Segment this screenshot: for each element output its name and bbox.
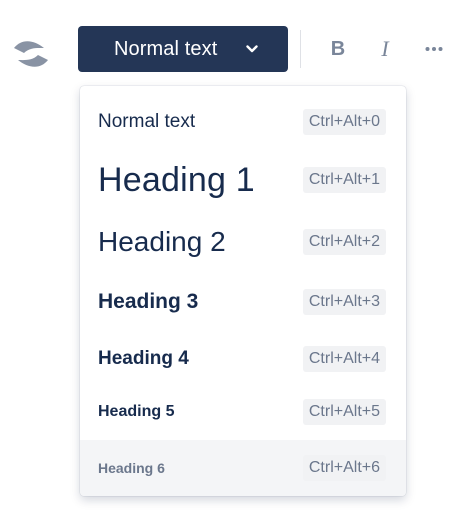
- menu-item-label: Heading 6: [98, 460, 165, 476]
- shortcut-badge: Ctrl+Alt+6: [302, 455, 386, 481]
- more-options-button[interactable]: [419, 34, 449, 64]
- shortcut-badge: Ctrl+Alt+4: [302, 346, 386, 372]
- confluence-logo-icon[interactable]: [10, 36, 52, 72]
- toolbar-divider: [300, 30, 301, 68]
- menu-item-heading-4[interactable]: Heading 4 Ctrl+Alt+4: [80, 334, 406, 384]
- bold-button[interactable]: B: [323, 34, 353, 64]
- text-style-menu: Normal text Ctrl+Alt+0 Heading 1 Ctrl+Al…: [80, 86, 406, 496]
- shortcut-badge: Ctrl+Alt+1: [302, 167, 386, 193]
- shortcut-badge: Ctrl+Alt+0: [302, 109, 386, 135]
- menu-item-heading-6[interactable]: Heading 6 Ctrl+Alt+6: [80, 440, 406, 496]
- shortcut-badge: Ctrl+Alt+5: [302, 399, 386, 425]
- menu-item-label: Heading 1: [98, 160, 255, 199]
- menu-item-heading-5[interactable]: Heading 5 Ctrl+Alt+5: [80, 388, 406, 436]
- menu-item-label: Normal text: [98, 111, 196, 132]
- italic-button[interactable]: I: [370, 34, 400, 64]
- more-horizontal-icon: [425, 47, 443, 51]
- menu-item-label: Heading 4: [98, 348, 189, 369]
- menu-item-heading-2[interactable]: Heading 2 Ctrl+Alt+2: [80, 214, 406, 270]
- editor-root: Normal text B I Normal text Ctrl+Alt+0 H…: [0, 0, 453, 530]
- menu-item-normal-text[interactable]: Normal text Ctrl+Alt+0: [80, 102, 406, 142]
- text-style-select-label: Normal text: [114, 38, 218, 60]
- menu-item-label: Heading 2: [98, 226, 226, 257]
- menu-item-heading-1[interactable]: Heading 1 Ctrl+Alt+1: [80, 148, 406, 212]
- shortcut-badge: Ctrl+Alt+3: [302, 289, 386, 315]
- menu-item-label: Heading 5: [98, 403, 175, 420]
- shortcut-badge: Ctrl+Alt+2: [302, 229, 386, 255]
- menu-item-label: Heading 3: [98, 290, 199, 313]
- menu-item-heading-3[interactable]: Heading 3 Ctrl+Alt+3: [80, 276, 406, 328]
- chevron-down-icon[interactable]: [246, 44, 258, 54]
